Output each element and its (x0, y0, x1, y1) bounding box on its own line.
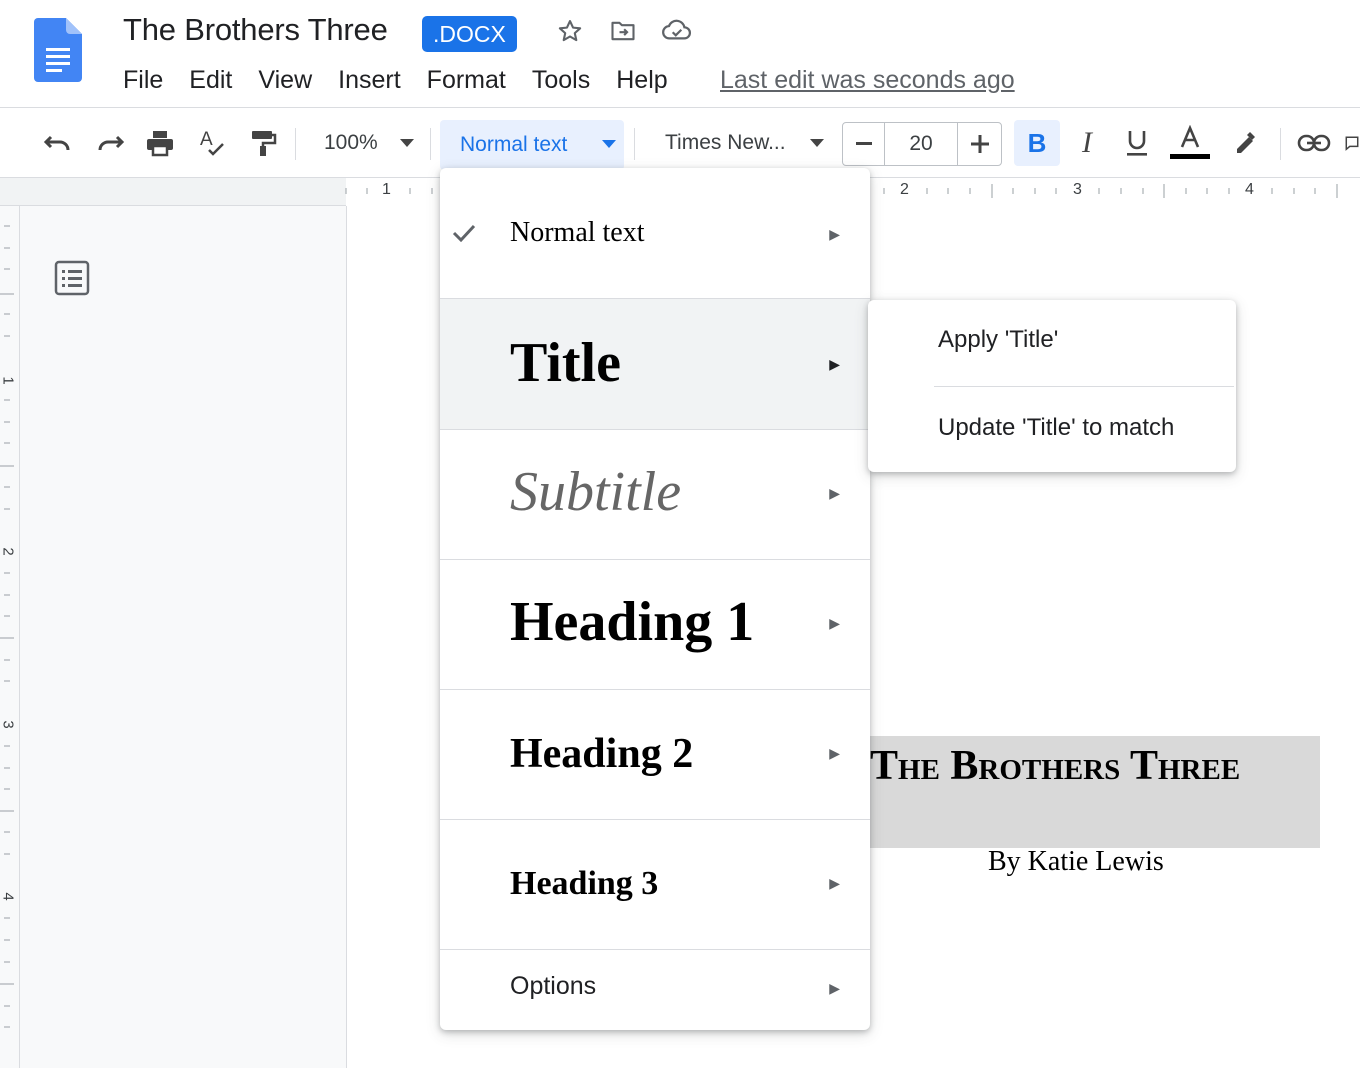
submenu-arrow-icon: ▶ (829, 875, 840, 891)
vertical-ruler-ticks (0, 225, 14, 1028)
style-menu-item-subtitle[interactable]: Subtitle ▶ (440, 430, 870, 559)
font-size-value: 20 (909, 132, 933, 155)
ruler-label: 2 (0, 547, 17, 556)
apply-title-label: Apply 'Title' (938, 326, 1059, 353)
toolbar-divider (634, 128, 635, 160)
menu-help[interactable]: Help (603, 62, 680, 98)
spellcheck-icon[interactable]: A (192, 120, 232, 166)
font-family-select[interactable]: Times New... (652, 120, 834, 166)
style-menu-item-heading-1[interactable]: Heading 1 ▶ (440, 560, 870, 689)
chevron-down-icon (602, 140, 616, 148)
cloud-saved-icon[interactable] (660, 14, 694, 48)
docs-logo-icon[interactable] (34, 18, 82, 82)
menu-edit[interactable]: Edit (176, 62, 245, 98)
ruler-label: 4 (1245, 181, 1254, 198)
svg-text:A: A (200, 129, 213, 150)
style-menu-item-label: Subtitle (510, 461, 682, 523)
document-title[interactable]: The Brothers Three (123, 12, 388, 48)
update-title-label: Update 'Title' to match (938, 414, 1175, 441)
submenu-arrow-icon: ▶ (829, 980, 840, 996)
title-style-submenu: Apply 'Title' Update 'Title' to match (868, 300, 1236, 472)
plus-icon (970, 135, 989, 153)
style-menu-item-options[interactable]: Options ▶ (440, 950, 870, 1030)
apply-title-item[interactable]: Apply 'Title' (868, 300, 1236, 386)
paragraph-style-menu: Normal text ▶ Title ▶ Subtitle ▶ Heading… (440, 168, 870, 1030)
move-to-folder-icon[interactable] (606, 14, 640, 48)
submenu-arrow-icon: ▶ (829, 226, 840, 242)
minus-icon (855, 142, 872, 145)
highlight-icon[interactable] (1224, 120, 1266, 166)
document-outline-icon[interactable] (54, 260, 90, 296)
paragraph-style-select[interactable]: Normal text (440, 120, 624, 170)
font-size-control: 20 (842, 122, 1002, 166)
title-bar: The Brothers Three .DOCX File Edit View … (0, 0, 1360, 108)
last-edit-link[interactable]: Last edit was seconds ago (720, 64, 1015, 96)
bold-icon[interactable]: B (1014, 120, 1060, 166)
style-menu-item-label: Normal text (510, 217, 645, 248)
checkmark-icon (452, 224, 476, 242)
submenu-arrow-icon: ▶ (829, 356, 840, 372)
underline-icon[interactable] (1116, 120, 1158, 166)
decrease-font-size-button[interactable] (843, 123, 885, 165)
paragraph-style-value: Normal text (460, 133, 568, 156)
ruler-label: 4 (0, 892, 17, 901)
paint-format-icon[interactable] (243, 120, 283, 166)
chevron-down-icon (810, 139, 824, 147)
toolbar-divider (430, 128, 431, 160)
zoom-select[interactable]: 100% (316, 120, 426, 166)
update-title-item[interactable]: Update 'Title' to match (868, 387, 1236, 472)
ruler-label: 2 (900, 181, 909, 198)
ruler-label: 1 (0, 376, 17, 385)
print-icon[interactable] (140, 120, 180, 166)
style-menu-item-label: Heading 3 (510, 865, 659, 902)
link-icon[interactable] (1294, 120, 1334, 166)
style-menu-item-title[interactable]: Title ▶ (440, 299, 870, 429)
font-family-value: Times New... (665, 131, 786, 154)
style-menu-item-label: Options (510, 972, 597, 1000)
submenu-arrow-icon: ▶ (829, 745, 840, 761)
text-color-icon[interactable] (1168, 120, 1212, 166)
chevron-down-icon (400, 139, 414, 147)
document-heading-text[interactable]: The Brothers Three (870, 742, 1240, 790)
submenu-arrow-icon: ▶ (829, 615, 840, 631)
menu-view[interactable]: View (245, 62, 325, 98)
font-size-input[interactable]: 20 (885, 123, 957, 165)
ruler-label: 3 (0, 720, 17, 729)
style-menu-item-heading-3[interactable]: Heading 3 ▶ (440, 820, 870, 949)
undo-icon[interactable] (38, 120, 78, 166)
menu-file[interactable]: File (110, 62, 176, 98)
ruler-label: 3 (1073, 181, 1082, 198)
file-type-badge: .DOCX (422, 16, 517, 52)
style-menu-item-label: Heading 1 (510, 591, 755, 653)
toolbar-divider (295, 128, 296, 160)
style-menu-item-label: Title (510, 332, 621, 394)
zoom-value: 100% (324, 131, 378, 154)
italic-icon[interactable]: I (1066, 120, 1108, 166)
toolbar-divider (1280, 128, 1281, 160)
menu-tools[interactable]: Tools (519, 62, 603, 98)
document-byline-text[interactable]: By Katie Lewis (988, 846, 1164, 878)
star-icon[interactable] (553, 14, 587, 48)
style-menu-item-normal-text[interactable]: Normal text ▶ (440, 168, 870, 298)
increase-font-size-button[interactable] (957, 123, 1001, 165)
style-menu-item-heading-2[interactable]: Heading 2 ▶ (440, 690, 870, 819)
redo-icon[interactable] (90, 120, 130, 166)
comment-icon[interactable] (1344, 120, 1360, 166)
vertical-ruler: 1 2 3 4 (0, 206, 20, 1068)
ruler-label: 1 (382, 181, 391, 198)
menu-format[interactable]: Format (414, 62, 519, 98)
menu-bar: File Edit View Insert Format Tools Help (110, 62, 681, 98)
menu-insert[interactable]: Insert (325, 62, 414, 98)
submenu-arrow-icon: ▶ (829, 485, 840, 501)
style-menu-item-label: Heading 2 (510, 731, 694, 777)
